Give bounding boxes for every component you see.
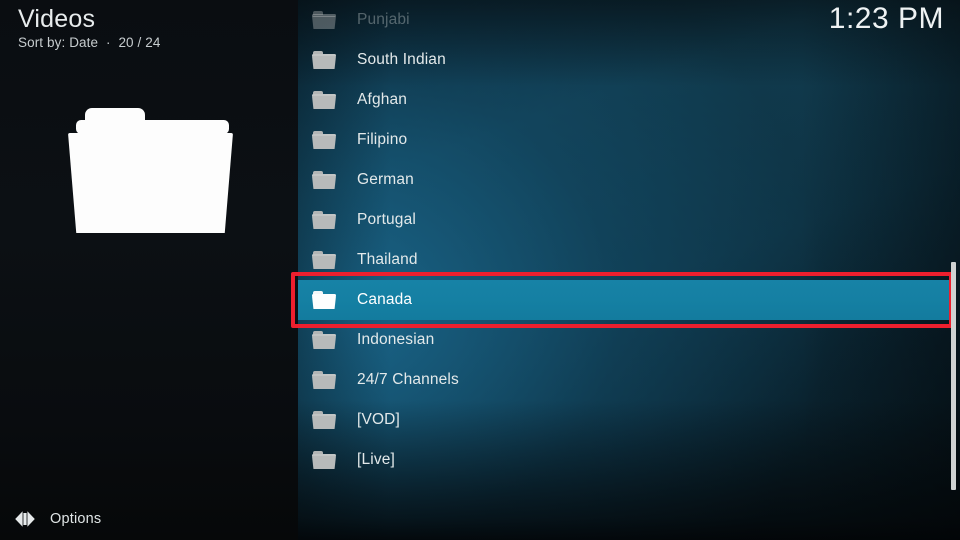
list-item-label: [Live] [357,451,395,468]
options-label: Options [50,511,102,527]
list-item[interactable]: Indonesian [298,320,953,360]
left-info-panel: Videos Sort by: Date · 20 / 24 Options [0,0,298,540]
list-item-label: Indonesian [357,331,435,348]
page-title: Videos [18,5,96,33]
list-item[interactable]: German [298,160,953,200]
list-item-label: German [357,171,414,188]
list-item[interactable]: Filipino [298,120,953,160]
sort-prefix-label: Sort by: [18,35,66,50]
panel-header: Videos Sort by: Date · 20 / 24 [18,4,160,52]
folder-list[interactable]: Punjabi South Indian Afghan Filipino German P… [298,0,960,540]
sort-info: Sort by: Date · 20 / 24 [18,34,160,52]
folder-icon-large [68,108,233,233]
folder-body-shape [68,133,233,233]
folder-icon [312,11,336,29]
folder-icon [312,171,336,189]
list-scrollbar-track[interactable] [951,0,958,540]
sort-separator: · [105,35,111,50]
folder-icon [312,411,336,429]
list-item-label: [VOD] [357,411,400,428]
folder-icon [312,371,336,389]
list-item-label: Afghan [357,91,408,108]
list-item-label: Filipino [357,131,408,148]
list-item-label: South Indian [357,51,446,68]
list-item[interactable]: 24/7 Channels [298,360,953,400]
list-item[interactable]: Portugal [298,200,953,240]
list-item-label: Canada [357,291,413,308]
kodi-window: Videos Sort by: Date · 20 / 24 Options 1… [0,0,960,540]
list-scrollbar-thumb[interactable] [951,262,956,490]
folder-icon [312,131,336,149]
list-item[interactable]: [Live] [298,440,953,480]
folder-icon [312,331,336,349]
item-count-label: 20 / 24 [118,35,161,50]
list-item[interactable]: Afghan [298,80,953,120]
left-right-arrows-icon [14,509,36,529]
folder-icon [312,91,336,109]
folder-icon [312,211,336,229]
list-item-label: Thailand [357,251,418,268]
list-item-label: Punjabi [357,11,410,28]
list-item-label: 24/7 Channels [357,371,459,388]
folder-icon [312,291,336,309]
sort-value-label: Date [69,35,99,50]
list-item[interactable]: South Indian [298,40,953,80]
folder-icon [312,251,336,269]
list-item[interactable]: [VOD] [298,400,953,440]
list-item-label: Portugal [357,211,416,228]
folder-icon [312,451,336,469]
list-item[interactable]: Punjabi [298,0,953,40]
folder-lip-shape [76,120,229,134]
folder-icon [312,51,336,69]
options-button[interactable]: Options [14,506,101,532]
list-item[interactable]: Canada [298,280,953,320]
list-item[interactable]: Thailand [298,240,953,280]
